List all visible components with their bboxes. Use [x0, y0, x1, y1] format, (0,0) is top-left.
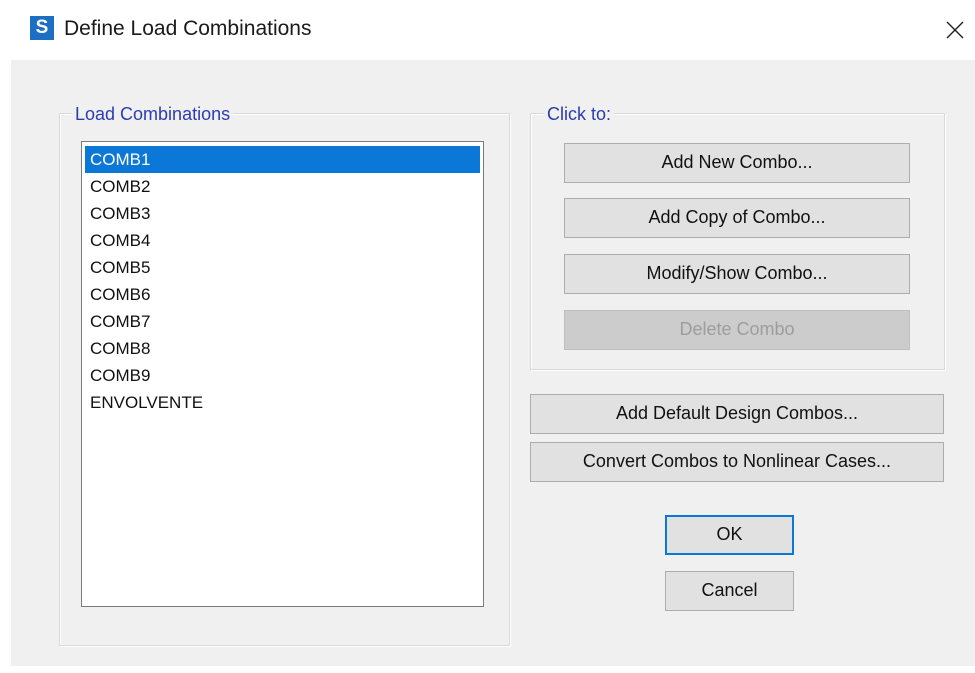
add-default-design-combos-button[interactable]: Add Default Design Combos...: [530, 394, 944, 434]
list-item-comb5[interactable]: COMB5: [85, 254, 480, 281]
add-new-combo-button[interactable]: Add New Combo...: [564, 143, 910, 183]
load-combinations-list[interactable]: COMB1 COMB2 COMB3 COMB4 COMB5 COMB6 COMB…: [81, 141, 484, 607]
list-item-comb9[interactable]: COMB9: [85, 362, 480, 389]
cancel-button[interactable]: Cancel: [665, 571, 794, 611]
modify-show-combo-button[interactable]: Modify/Show Combo...: [564, 254, 910, 294]
close-button[interactable]: [935, 10, 975, 50]
list-item-comb1[interactable]: COMB1: [85, 146, 480, 173]
click-to-label: Click to:: [544, 103, 615, 125]
convert-combos-to-nonlinear-button[interactable]: Convert Combos to Nonlinear Cases...: [530, 442, 944, 482]
ok-button[interactable]: OK: [665, 515, 794, 555]
list-item-envolvente[interactable]: ENVOLVENTE: [85, 389, 480, 416]
window-title: Define Load Combinations: [64, 17, 312, 40]
close-icon: [946, 21, 964, 39]
load-combinations-label: Load Combinations: [72, 103, 234, 125]
list-item-comb3[interactable]: COMB3: [85, 200, 480, 227]
list-item-comb4[interactable]: COMB4: [85, 227, 480, 254]
list-item-comb7[interactable]: COMB7: [85, 308, 480, 335]
title-bar: S Define Load Combinations: [0, 0, 975, 60]
list-item-comb8[interactable]: COMB8: [85, 335, 480, 362]
add-copy-of-combo-button[interactable]: Add Copy of Combo...: [564, 198, 910, 238]
list-item-comb2[interactable]: COMB2: [85, 173, 480, 200]
app-icon: S: [30, 16, 54, 40]
list-item-comb6[interactable]: COMB6: [85, 281, 480, 308]
delete-combo-button: Delete Combo: [564, 310, 910, 350]
